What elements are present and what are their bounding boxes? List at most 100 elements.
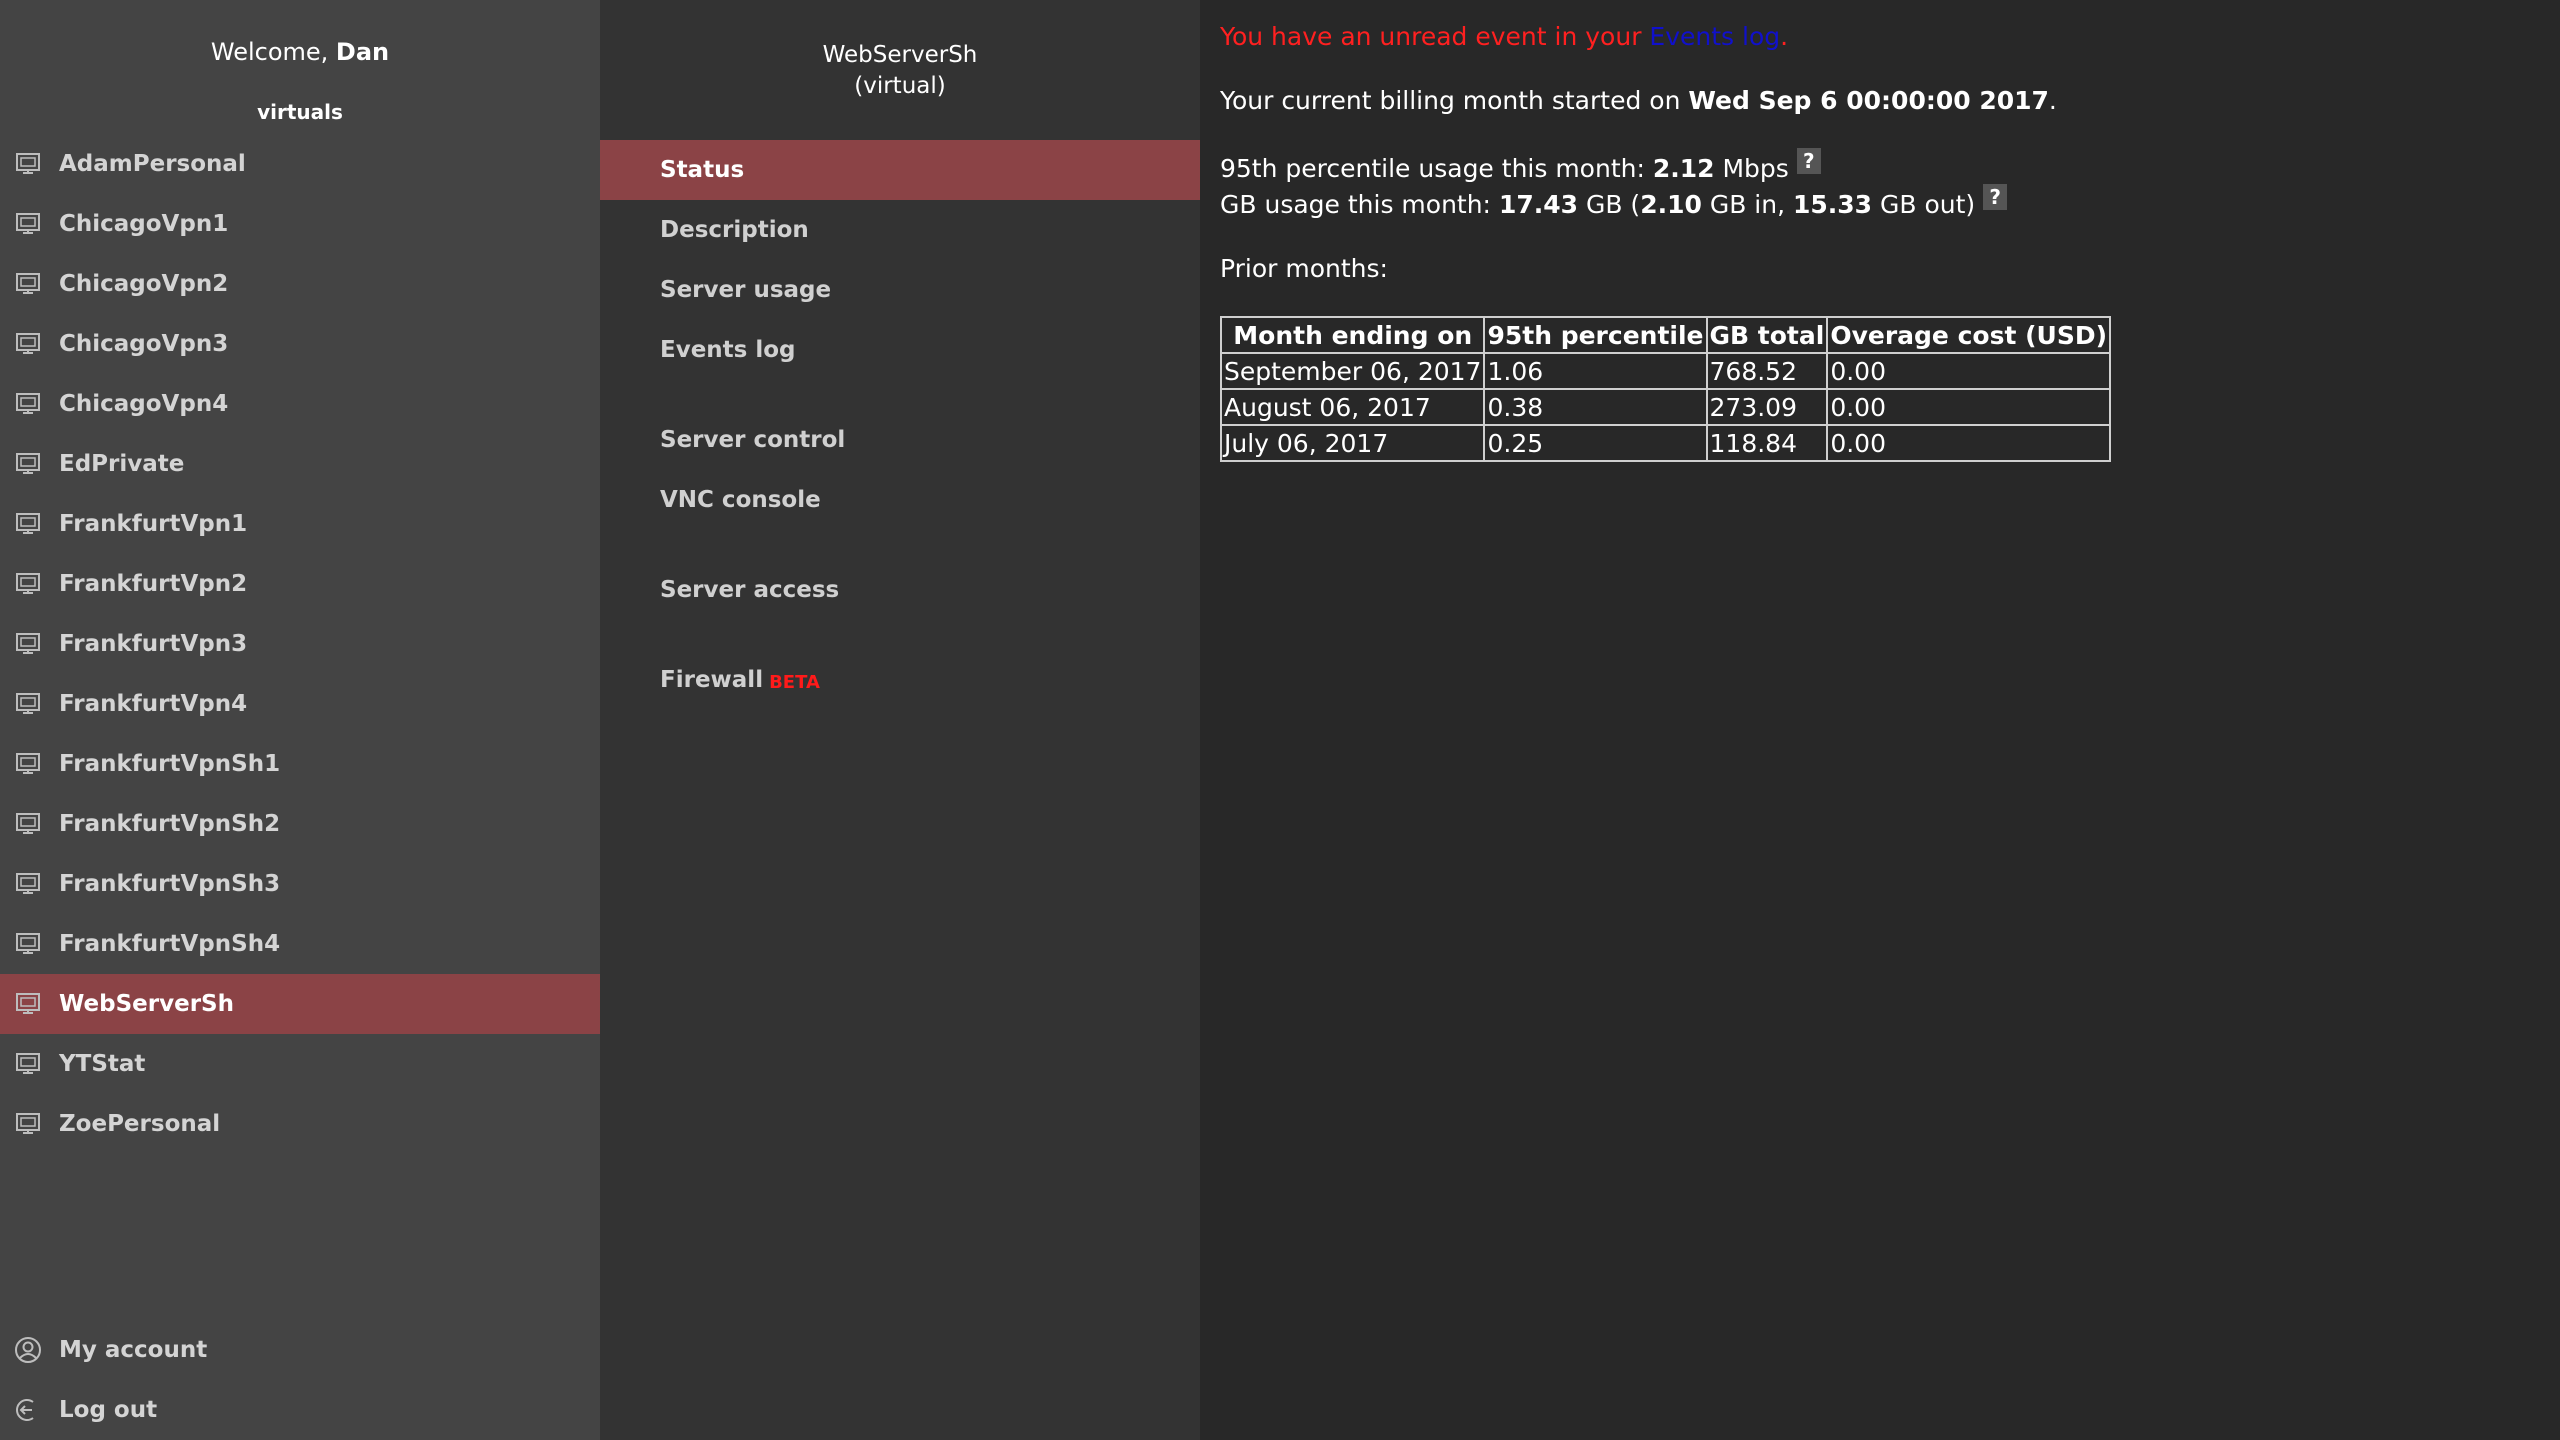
sidebar-item-frankfurtvpn1[interactable]: FrankfurtVpn1 [0,494,600,554]
events-log-link[interactable]: Events log [1649,22,1780,51]
cell-gb-total: 118.84 [1705,424,1829,462]
cell-percentile: 0.25 [1483,424,1708,462]
menu-server-control-label: Server control [660,427,846,453]
sidebar-item-chicagovpn3[interactable]: ChicagoVpn3 [0,314,600,374]
server-icon [13,989,43,1019]
prior-months-table: Month ending on 95th percentile GB total… [1219,316,2112,462]
sidebar-item-label: FrankfurtVpn2 [59,571,248,597]
sidebar-item-frankfurtvpn2[interactable]: FrankfurtVpn2 [0,554,600,614]
menu-server-access-label: Server access [660,577,840,603]
server-icon [13,269,43,299]
server-icon [13,929,43,959]
sidebar-item-label: ChicagoVpn3 [59,331,229,357]
menu-description[interactable]: Description [600,200,1200,260]
menu-firewall[interactable]: Firewall BETA [600,650,1200,710]
gb-in: 2.10 [1640,190,1702,219]
user-name: Dan [335,38,390,66]
sidebar-item-zoepersonal[interactable]: ZoePersonal [0,1094,600,1154]
server-icon [13,569,43,599]
billing-suffix: . [2048,86,2057,115]
server-icon [13,449,43,479]
cell-month: September 06, 2017 [1219,352,1486,390]
menu-status-label: Status [660,157,745,183]
log-out-label: Log out [59,1397,158,1423]
server-icon [13,1109,43,1139]
menu-server-usage[interactable]: Server usage [600,260,1200,320]
log-out-icon [13,1395,43,1425]
sidebar-item-frankfurtvpn3[interactable]: FrankfurtVpn3 [0,614,600,674]
server-icon [13,509,43,539]
section-label: virtuals [257,100,343,124]
sidebar-item-edprivate[interactable]: EdPrivate [0,434,600,494]
menu-server-access[interactable]: Server access [600,560,1200,620]
unread-suffix: . [1780,22,1789,51]
server-icon [13,629,43,659]
sidebar-item-label: FrankfurtVpnSh1 [59,751,281,777]
sidebar-item-frankfurtvpnsh2[interactable]: FrankfurtVpnSh2 [0,794,600,854]
billing-date: Wed Sep 6 00:00:00 2017 [1688,86,2049,115]
server-icon [13,749,43,779]
sidebar-item-ytstat[interactable]: YTStat [0,1034,600,1094]
server-icon [13,149,43,179]
menu-events-log-label: Events log [660,337,796,363]
sidebar-item-adampersonal[interactable]: AdamPersonal [0,134,600,194]
p95-help-icon[interactable]: ? [1796,148,1821,174]
gb-total: 17.43 [1498,190,1579,219]
table-row: July 06, 2017 0.25 118.84 0.00 [1219,424,2112,462]
sidebar-item-label: YTStat [59,1051,146,1077]
sidebar-item-label: EdPrivate [59,451,185,477]
sidebar-item-chicagovpn1[interactable]: ChicagoVpn1 [0,194,600,254]
gb-usage-info: GB usage this month: 17.43 GB (2.10 GB i… [1220,184,2008,219]
server-type: (virtual) [854,73,946,99]
gb-mid2: GB in, [1701,190,1793,219]
server-list: AdamPersonal ChicagoVpn1 ChicagoVpn2 Chicag… [0,134,600,1154]
menu-status[interactable]: Status [600,140,1200,200]
sidebar-item-label: ZoePersonal [59,1111,221,1137]
menu-server-control[interactable]: Server control [600,410,1200,470]
sidebar-item-label: FrankfurtVpnSh3 [59,871,281,897]
server-icon [13,389,43,419]
unread-event-notice: You have an unread event in your Events … [1220,22,1788,51]
sidebar-item-frankfurtvpn4[interactable]: FrankfurtVpn4 [0,674,600,734]
unread-prefix: You have an unread event in your [1220,22,1650,51]
p95-prefix: 95th percentile usage this month: [1220,154,1653,183]
sidebar-item-label: AdamPersonal [59,151,246,177]
gb-prefix: GB usage this month: [1220,190,1499,219]
billing-prefix: Your current billing month started on [1220,86,1689,115]
my-account-label: My account [59,1337,208,1363]
sidebar-item-label: ChicagoVpn1 [59,211,229,237]
sidebar-item-chicagovpn2[interactable]: ChicagoVpn2 [0,254,600,314]
cell-month: August 06, 2017 [1219,388,1486,426]
server-panel: WebServerSh (virtual) Status Description… [600,0,1200,1440]
sidebar-item-label: ChicagoVpn2 [59,271,229,297]
p95-usage-info: 95th percentile usage this month: 2.12 M… [1220,148,1821,183]
table-header-row: Month ending on 95th percentile GB total… [1219,316,2112,354]
sidebar-item-webserversh[interactable]: WebServerSh [0,974,600,1034]
col-95th-percentile: 95th percentile [1483,316,1708,354]
sidebar-item-label: FrankfurtVpn1 [59,511,248,537]
cell-gb-total: 273.09 [1705,388,1829,426]
sidebar-item-frankfurtvpnsh3[interactable]: FrankfurtVpnSh3 [0,854,600,914]
sidebar-item-chicagovpn4[interactable]: ChicagoVpn4 [0,374,600,434]
cell-percentile: 1.06 [1483,352,1708,390]
welcome-message: Welcome, Dan [0,38,600,66]
menu-events-log[interactable]: Events log [600,320,1200,380]
log-out-link[interactable]: Log out [0,1380,600,1440]
sidebar-item-frankfurtvpnsh4[interactable]: FrankfurtVpnSh4 [0,914,600,974]
server-icon [13,209,43,239]
table-row: August 06, 2017 0.38 273.09 0.00 [1219,388,2112,426]
server-icon [13,869,43,899]
server-name: WebServerSh [822,42,978,68]
table-row: September 06, 2017 1.06 768.52 0.00 [1219,352,2112,390]
menu-firewall-label: Firewall [660,667,764,693]
server-icon [13,809,43,839]
menu-vnc-console[interactable]: VNC console [600,470,1200,530]
my-account-link[interactable]: My account [0,1320,600,1380]
menu-description-label: Description [660,217,809,243]
sidebar-item-frankfurtvpnsh1[interactable]: FrankfurtVpnSh1 [0,734,600,794]
gb-help-icon[interactable]: ? [1983,184,2008,210]
billing-month-info: Your current billing month started on We… [1220,86,2057,115]
menu-vnc-console-label: VNC console [660,487,821,513]
gb-out: 15.33 [1792,190,1873,219]
sidebar-item-label: FrankfurtVpn4 [59,691,248,717]
